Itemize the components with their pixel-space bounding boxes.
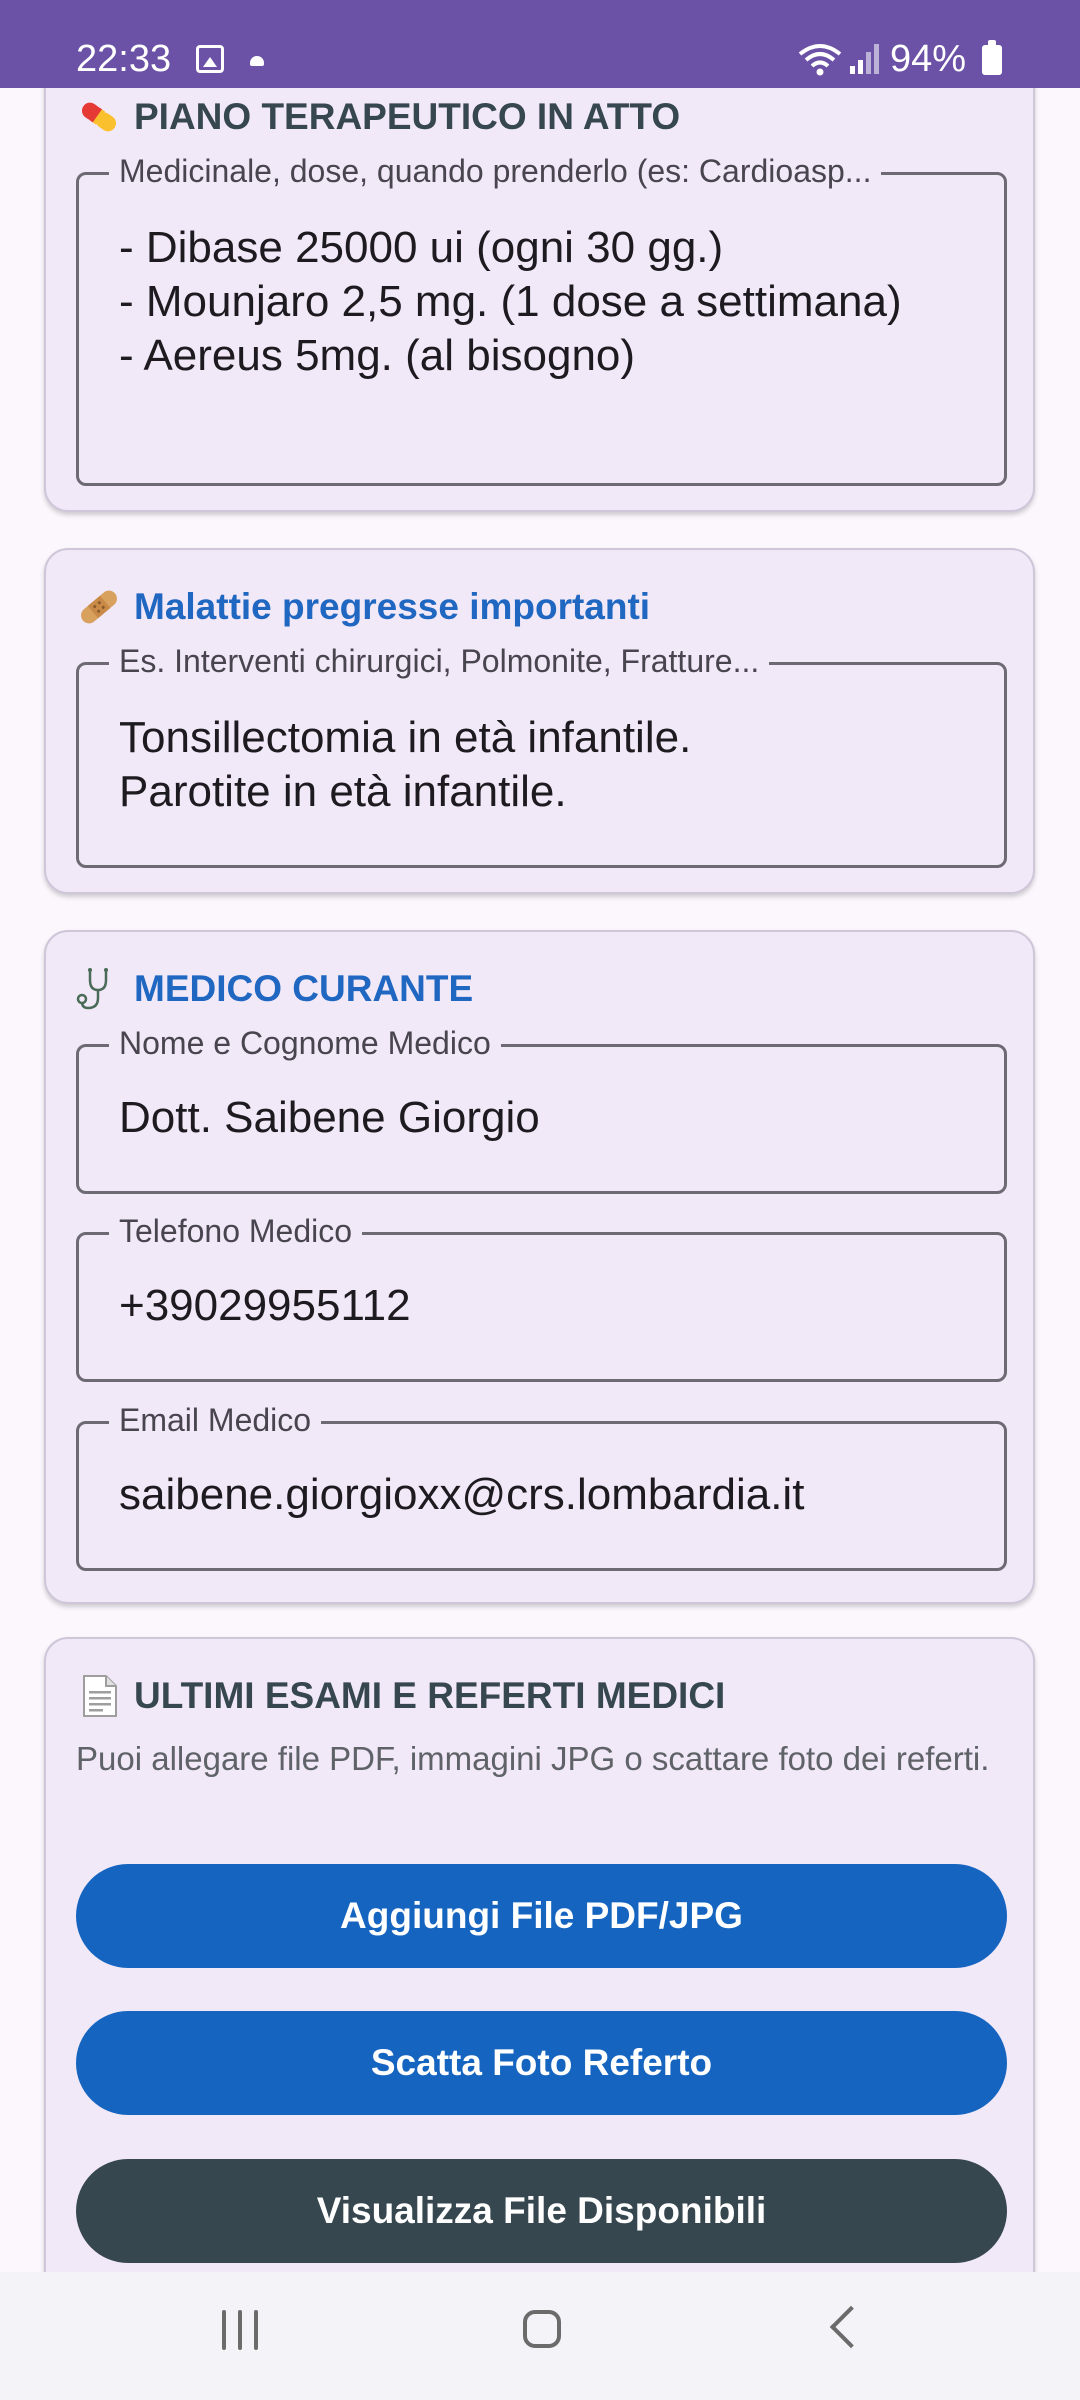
past-illnesses-title: Malattie pregresse importanti [76,584,650,630]
exams-card: ULTIMI ESAMI E REFERTI MEDICI Puoi alleg… [44,1637,1035,2357]
past-illnesses-field-label: Es. Interventi chirurgici, Polmonite, Fr… [109,643,770,680]
take-photo-button[interactable]: Scatta Foto Referto [76,2011,1007,2115]
image-icon [196,45,224,73]
therapy-card: PIANO TERAPEUTICO IN ATTO Medicinale, do… [44,40,1035,512]
pill-icon [81,102,117,132]
notification-dot-icon [250,56,264,66]
wifi-icon [798,44,842,76]
doctor-name-label: Nome e Cognome Medico [109,1025,501,1062]
doctor-name-field[interactable]: Nome e Cognome Medico Dott. Saibene Gior… [76,1025,1007,1194]
exams-title-text: ULTIMI ESAMI E REFERTI MEDICI [134,1675,726,1716]
back-icon[interactable] [829,2305,873,2349]
stethoscope-icon [76,968,108,1010]
document-icon [83,1675,117,1717]
battery-icon [982,40,1002,75]
doctor-phone-field[interactable]: Telefono Medico +39029955112 [76,1213,1007,1382]
recent-apps-icon[interactable] [222,2310,262,2350]
home-icon[interactable] [523,2310,561,2348]
doctor-phone-value: +39029955112 [119,1281,411,1330]
doctor-email-value: saibene.giorgioxx@crs.lombardia.it [119,1470,805,1519]
signal-icon [850,44,879,74]
bandage-icon [81,590,117,624]
past-illnesses-field[interactable]: Es. Interventi chirurgici, Polmonite, Fr… [76,643,1007,868]
doctor-email-field[interactable]: Email Medico saibene.giorgioxx@crs.lomba… [76,1402,1007,1571]
past-illnesses-title-text: Malattie pregresse importanti [134,586,651,627]
therapy-field-label: Medicinale, dose, quando prenderlo (es: … [109,153,882,190]
past-illnesses-field-value: Tonsillectomia in età infantile. Parotit… [119,713,692,816]
exams-description: Puoi allegare file PDF, immagini JPG o s… [76,1740,990,1777]
doctor-card: MEDICO CURANTE Nome e Cognome Medico Dot… [44,930,1035,1604]
therapy-field[interactable]: Medicinale, dose, quando prenderlo (es: … [76,153,1007,486]
battery-percent: 94% [890,38,967,80]
doctor-title-text: MEDICO CURANTE [134,968,474,1009]
add-file-button[interactable]: Aggiungi File PDF/JPG [76,1864,1007,1968]
therapy-title: PIANO TERAPEUTICO IN ATTO [76,94,680,140]
doctor-name-value: Dott. Saibene Giorgio [119,1093,540,1142]
past-illnesses-card: Malattie pregresse importanti Es. Interv… [44,548,1035,894]
doctor-email-label: Email Medico [109,1402,322,1439]
therapy-title-text: PIANO TERAPEUTICO IN ATTO [134,96,681,137]
status-time: 22:33 [76,38,172,80]
doctor-phone-label: Telefono Medico [109,1213,363,1250]
navigation-bar [0,2272,1080,2400]
therapy-field-value: - Dibase 25000 ui (ogni 30 gg.) - Mounja… [119,223,902,380]
view-files-button[interactable]: Visualizza File Disponibili [76,2159,1007,2263]
doctor-title: MEDICO CURANTE [76,966,473,1012]
exams-title: ULTIMI ESAMI E REFERTI MEDICI [76,1673,725,1719]
status-bar: 22:33 94% [0,0,1080,88]
